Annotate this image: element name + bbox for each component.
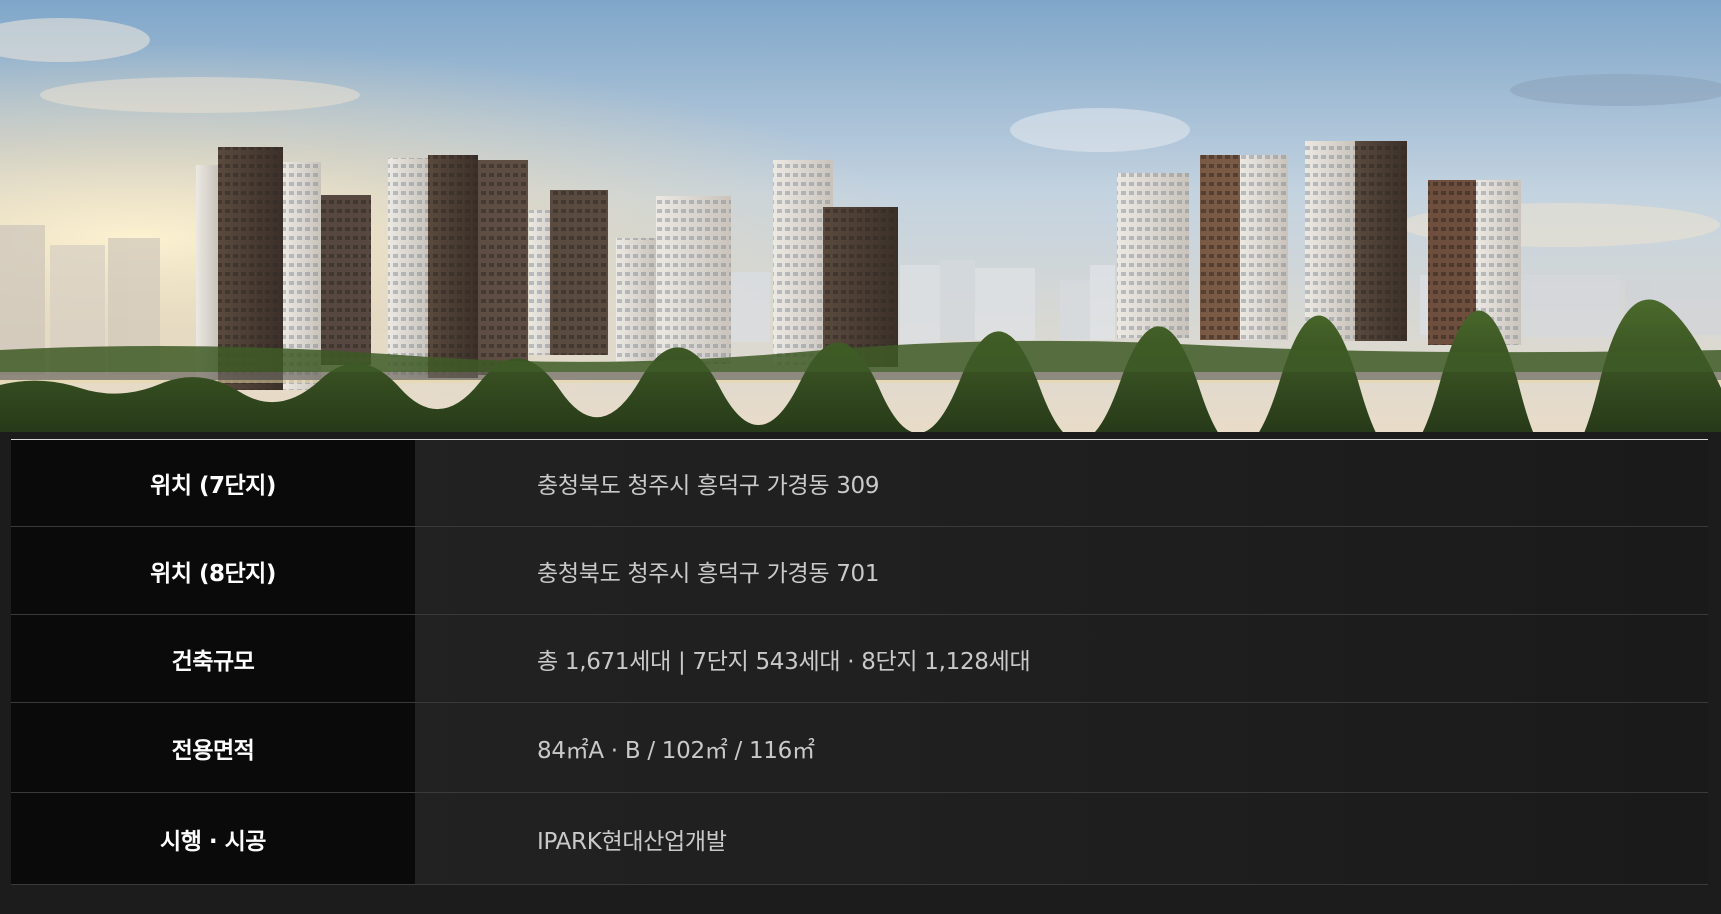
project-info-table: 위치 (7단지) 충청북도 청주시 흥덕구 가경동 309 위치 (8단지) 충… [11, 439, 1708, 885]
info-value: 충청북도 청주시 흥덕구 가경동 701 [537, 560, 880, 587]
info-value: 충청북도 청주시 흥덕구 가경동 309 [537, 473, 880, 499]
info-label: 건축규모 [11, 615, 415, 702]
info-label: 위치 (8단지) [11, 527, 415, 614]
info-row-location-7: 위치 (7단지) 충청북도 청주시 흥덕구 가경동 309 [11, 440, 1708, 527]
info-label: 시행 · 시공 [11, 793, 415, 884]
info-row-area: 전용면적 84㎡A · B / 102㎡ / 116㎡ [11, 703, 1708, 793]
info-label: 전용면적 [11, 703, 415, 792]
apartment-complex-illustration [0, 0, 1721, 432]
info-value: 84㎡A · B / 102㎡ / 116㎡ [537, 737, 815, 764]
hero-rendering-image [0, 0, 1721, 432]
info-label: 위치 (7단지) [11, 440, 415, 526]
info-value: IPARK현대산업개발 [537, 828, 727, 855]
info-value: 총 1,671세대 | 7단지 543세대 · 8단지 1,128세대 [537, 648, 1031, 675]
info-row-location-8: 위치 (8단지) 충청북도 청주시 흥덕구 가경동 701 [11, 527, 1708, 615]
info-row-developer: 시행 · 시공 IPARK현대산업개발 [11, 793, 1708, 885]
page: 위치 (7단지) 충청북도 청주시 흥덕구 가경동 309 위치 (8단지) 충… [0, 0, 1721, 914]
info-row-scale: 건축규모 총 1,671세대 | 7단지 543세대 · 8단지 1,128세대 [11, 615, 1708, 703]
